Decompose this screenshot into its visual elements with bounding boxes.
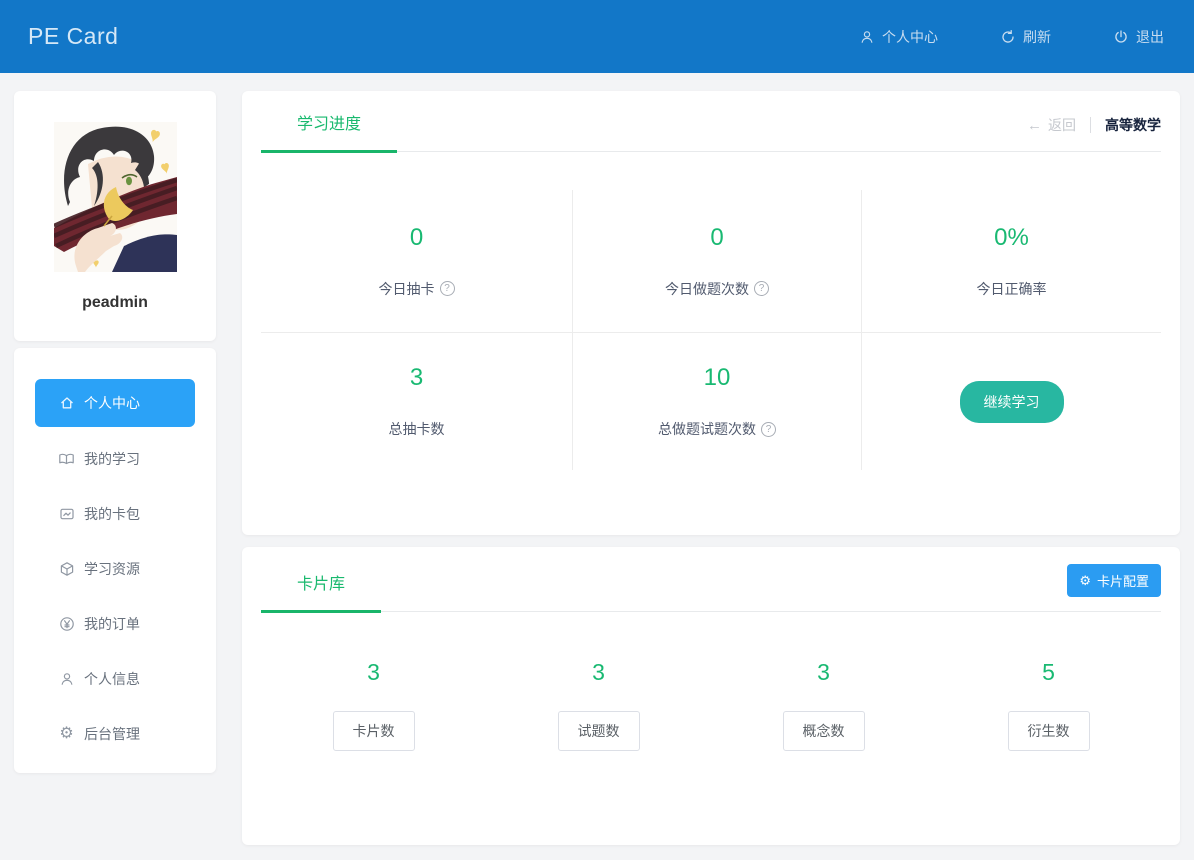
stat-today-questions: 0 今日做题次数 — [573, 190, 862, 333]
derivative-count-label-button[interactable]: 衍生数 — [1008, 711, 1090, 751]
page-body: peadmin 个人中心 我的学习 — [0, 73, 1194, 845]
gear-icon — [58, 726, 75, 742]
progress-header-right: 返回 高等数学 — [1027, 115, 1161, 151]
sidebar-item-my-orders[interactable]: 我的订单 — [14, 596, 216, 651]
help-icon[interactable] — [761, 422, 776, 437]
back-arrow-icon — [1027, 117, 1042, 134]
gear-icon — [1079, 573, 1091, 588]
stat-label: 今日正确率 — [977, 279, 1047, 299]
question-count-label-button[interactable]: 试题数 — [558, 711, 640, 751]
nav-label: 刷新 — [1023, 27, 1051, 47]
sidebar-item-my-card-pack[interactable]: 我的卡包 — [14, 486, 216, 541]
stat-value: 0% — [994, 224, 1029, 252]
sidebar-item-label: 我的订单 — [84, 614, 140, 634]
continue-learning-button[interactable]: 继续学习 — [960, 381, 1064, 423]
library-panel-header: 卡片库 卡片配置 — [261, 547, 1161, 612]
stat-card-count: 3 卡片数 — [261, 659, 486, 751]
progress-panel-header: 学习进度 返回 高等数学 — [261, 91, 1161, 152]
brand-logo: PE Card — [28, 23, 118, 50]
stat-value: 3 — [817, 659, 830, 686]
sidebar-item-personal-info[interactable]: 个人信息 — [14, 651, 216, 706]
header-nav: 个人中心 刷新 退出 — [859, 27, 1164, 47]
stat-today-accuracy: 0% 今日正确率 — [862, 190, 1161, 333]
stat-total-draws: 3 总抽卡数 — [261, 333, 573, 470]
person-icon — [58, 671, 75, 687]
stat-today-draws: 0 今日抽卡 — [261, 190, 573, 333]
sidebar-item-label: 个人信息 — [84, 669, 140, 689]
power-icon — [1113, 29, 1129, 45]
refresh-icon — [1000, 29, 1016, 45]
help-icon[interactable] — [754, 281, 769, 296]
stat-derivative-count: 5 衍生数 — [936, 659, 1161, 751]
help-icon[interactable] — [440, 281, 455, 296]
stat-total-questions: 10 总做题试题次数 — [573, 333, 862, 470]
learning-progress-panel: 学习进度 返回 高等数学 0 今日抽卡 — [242, 91, 1180, 535]
sidebar-item-admin[interactable]: 后台管理 — [14, 706, 216, 761]
back-link[interactable]: 返回 — [1027, 115, 1076, 135]
stat-value: 10 — [704, 364, 731, 392]
concept-count-label-button[interactable]: 概念数 — [783, 711, 865, 751]
stat-concept-count: 3 概念数 — [711, 659, 936, 751]
card-config-label: 卡片配置 — [1097, 571, 1149, 590]
nav-logout[interactable]: 退出 — [1113, 27, 1164, 47]
card-config-button[interactable]: 卡片配置 — [1067, 564, 1161, 597]
sidebar-item-label: 我的卡包 — [84, 504, 140, 524]
top-header-bar: PE Card 个人中心 刷新 退出 — [0, 0, 1194, 73]
stat-label: 总做题试题次数 — [658, 419, 756, 439]
back-label: 返回 — [1048, 115, 1076, 135]
avatar — [54, 122, 177, 272]
stat-value: 3 — [367, 659, 380, 686]
stat-label: 总抽卡数 — [389, 419, 445, 439]
home-icon — [58, 395, 75, 411]
sidebar-menu: 个人中心 我的学习 我的卡包 — [14, 348, 216, 773]
sidebar-item-label: 后台管理 — [84, 724, 140, 744]
sidebar-item-label: 学习资源 — [84, 559, 140, 579]
cube-icon — [58, 561, 75, 577]
yen-icon — [58, 616, 75, 632]
course-name: 高等数学 — [1105, 115, 1161, 135]
sidebar-item-personal-center[interactable]: 个人中心 — [35, 379, 195, 427]
sidebar-item-label: 我的学习 — [84, 449, 140, 469]
stat-question-count: 3 试题数 — [486, 659, 711, 751]
tab-card-library[interactable]: 卡片库 — [261, 570, 381, 613]
sidebar-item-my-learning[interactable]: 我的学习 — [14, 431, 216, 486]
book-icon — [58, 451, 75, 467]
library-stats-grid: 3 卡片数 3 试题数 3 概念数 5 衍生数 — [261, 659, 1161, 751]
stat-value: 5 — [1042, 659, 1055, 686]
card-pack-icon — [58, 506, 75, 522]
card-count-label-button[interactable]: 卡片数 — [333, 711, 415, 751]
nav-label: 个人中心 — [882, 27, 938, 47]
stat-label: 今日做题次数 — [665, 279, 749, 299]
main-content: 学习进度 返回 高等数学 0 今日抽卡 — [242, 91, 1180, 845]
stat-value: 3 — [410, 364, 423, 392]
nav-label: 退出 — [1136, 27, 1164, 47]
sidebar-item-label: 个人中心 — [84, 393, 140, 413]
user-icon — [859, 29, 875, 45]
card-library-panel: 卡片库 卡片配置 3 卡片数 3 试题数 3 概念数 — [242, 547, 1180, 845]
nav-user-center[interactable]: 个人中心 — [859, 27, 938, 47]
left-sidebar: peadmin 个人中心 我的学习 — [14, 91, 216, 845]
profile-card: peadmin — [14, 91, 216, 341]
progress-stats-grid: 0 今日抽卡 0 今日做题次数 0% 今日正确率 — [261, 190, 1161, 470]
continue-learning-cell: 继续学习 — [862, 333, 1161, 470]
stat-label: 今日抽卡 — [379, 279, 435, 299]
sidebar-item-learning-resources[interactable]: 学习资源 — [14, 541, 216, 596]
stat-value: 0 — [410, 224, 423, 252]
profile-username: peadmin — [14, 294, 216, 312]
nav-refresh[interactable]: 刷新 — [1000, 27, 1051, 47]
tab-learning-progress[interactable]: 学习进度 — [261, 110, 397, 153]
stat-value: 0 — [710, 224, 723, 252]
header-divider — [1090, 117, 1091, 133]
stat-value: 3 — [592, 659, 605, 686]
